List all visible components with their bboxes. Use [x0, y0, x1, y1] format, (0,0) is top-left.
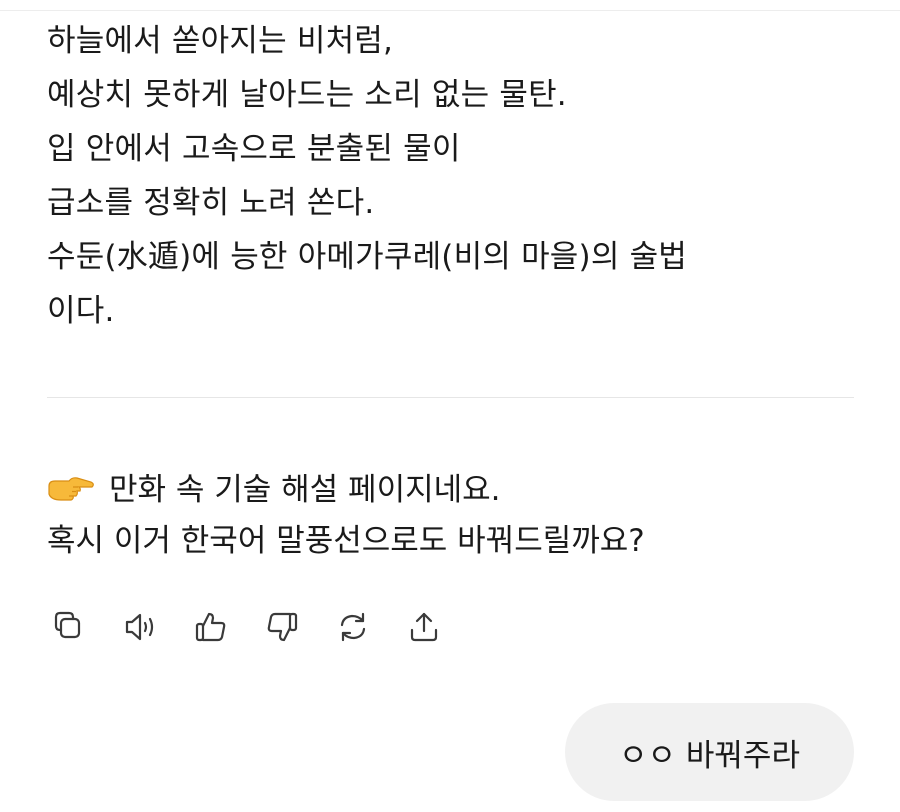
user-message-bubble: ㅇㅇ 바꿔주라 [565, 703, 854, 801]
poem-line: 입 안에서 고속으로 분출된 물이 [47, 131, 461, 167]
thumbs-up-icon [195, 612, 226, 642]
copy-button[interactable] [47, 605, 91, 649]
speaker-icon [125, 613, 154, 641]
section-divider [47, 397, 854, 398]
regenerate-button[interactable] [331, 605, 375, 649]
thumbs-down-button[interactable] [260, 605, 304, 649]
share-button[interactable] [402, 605, 446, 649]
poem-line: 하늘에서 쏟아지는 비처럼, [47, 23, 394, 59]
regenerate-icon [340, 612, 366, 642]
reply-line-1: 만화 속 기술 해설 페이지네요. [47, 465, 645, 516]
thumbs-up-button[interactable] [189, 605, 233, 649]
poem-line: 수둔(水遁)에 능한 아메가쿠레(비의 마을)의 술법 [47, 239, 688, 275]
copy-icon [54, 611, 81, 639]
poem-line: 이다. [47, 293, 115, 329]
user-message-text: ㅇㅇ 바꿔주라 [619, 737, 800, 774]
read-aloud-button[interactable] [118, 605, 162, 649]
assistant-poem-text: 하늘에서 쏟아지는 비처럼, 예상치 못하게 날아드는 소리 없는 물탄. 입 … [47, 14, 687, 338]
reply-line-2: 혹시 이거 한국어 말풍선으로도 바꿔드릴까요? [47, 523, 645, 559]
poem-line: 급소를 정확히 노려 쏜다. [47, 185, 375, 221]
assistant-reply: 만화 속 기술 해설 페이지네요. 혹시 이거 한국어 말풍선으로도 바꿔드릴까… [47, 465, 645, 567]
top-divider [0, 10, 900, 11]
thumbs-down-icon [267, 612, 298, 642]
share-icon [410, 612, 438, 642]
message-action-bar [47, 605, 473, 649]
poem-line: 예상치 못하게 날아드는 소리 없는 물탄. [47, 77, 567, 113]
reply-text-1: 만화 속 기술 해설 페이지네요. [109, 472, 501, 508]
backhand-index-pointing-right-icon [48, 477, 94, 501]
